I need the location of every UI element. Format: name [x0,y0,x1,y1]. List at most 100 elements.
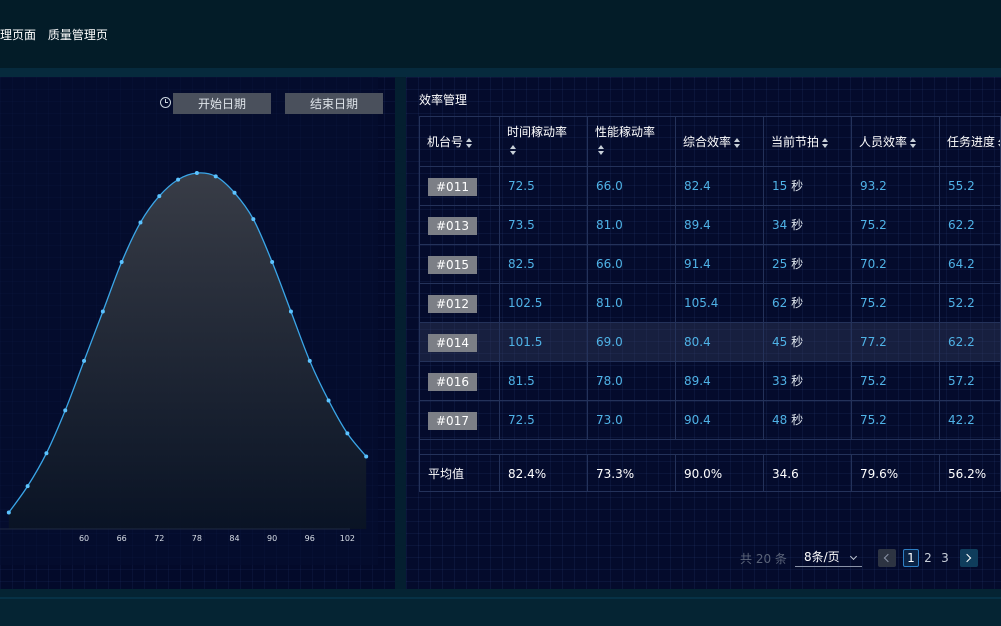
bottom-band [0,589,1001,626]
beat-unit: 秒 [791,179,804,193]
time-cell: 101.5 [500,323,588,362]
next-page-button[interactable] [960,549,978,567]
beat-unit: 秒 [791,413,804,427]
table-row[interactable]: #012 102.5 81.0 105.4 62 秒 75.2 52.2 [420,284,1000,323]
page-size-select[interactable]: 8条/页 [795,549,862,567]
table-body: #011 72.5 66.0 82.4 15 秒 93.2 55.2 #013 73.5 81.0… [420,167,1000,454]
col-machine[interactable]: 机台号 [420,117,500,167]
data-point[interactable] [326,398,331,403]
machine-cell: #015 [420,245,500,284]
staff-cell: 75.2 [852,284,940,323]
data-point[interactable] [176,177,181,182]
col-performance-utilization[interactable]: 性能稼动率 [588,117,676,167]
data-point[interactable] [345,431,350,436]
footer-beat: 34.6 [764,455,852,491]
machine-cell: #012 [420,284,500,323]
nav-item-management[interactable]: 理页面 [0,28,36,42]
beat-unit: 秒 [791,257,804,271]
beat-cell: 25 秒 [764,245,852,284]
table-row[interactable]: #017 72.5 73.0 90.4 48 秒 75.2 42.2 [420,401,1000,440]
area-fill [8,172,367,529]
beat-unit: 秒 [791,374,804,388]
sort-icon[interactable] [910,137,917,148]
overall-cell: 82.4 [676,167,764,206]
perf-cell: 69.0 [588,323,676,362]
sort-icon[interactable] [734,137,741,148]
progress-cell: 62.2 [940,323,1000,362]
table-row[interactable]: #013 73.5 81.0 89.4 34 秒 75.2 62.2 [420,206,1000,245]
col-task-progress[interactable]: 任务进度 [940,117,1000,167]
nav-item-quality[interactable]: 质量管理页 [48,28,108,42]
data-point[interactable] [119,260,124,265]
data-point[interactable] [6,510,11,515]
progress-cell: 57.2 [940,362,1000,401]
col-staff-efficiency[interactable]: 人员效率 [852,117,940,167]
machine-cell: #016 [420,362,500,401]
sort-icon[interactable] [822,137,829,148]
perf-cell: 81.0 [588,284,676,323]
perf-cell: 66.0 [588,167,676,206]
table-row[interactable]: #016 81.5 78.0 89.4 33 秒 75.2 57.2 [420,362,1000,401]
col-time-utilization[interactable]: 时间稼动率 [500,117,588,167]
data-point[interactable] [82,358,87,363]
perf-cell: 73.0 [588,401,676,440]
col-overall-efficiency[interactable]: 综合效率 [676,117,764,167]
data-point[interactable] [25,484,30,489]
data-point[interactable] [138,220,143,225]
time-cell: 82.5 [500,245,588,284]
data-point[interactable] [364,454,369,459]
col-progress-label: 任务进度 [947,135,996,149]
footer-perf: 73.3% [588,455,676,491]
page-2[interactable]: 2 [920,549,936,567]
progress-cell: 55.2 [940,167,1000,206]
beat-unit: 秒 [791,218,804,232]
machine-cell: #011 [420,167,500,206]
page-size-value: 8条/页 [804,550,840,564]
data-point[interactable] [157,194,162,199]
overall-cell: 80.4 [676,323,764,362]
page-1[interactable]: 1 [903,549,919,567]
data-point[interactable] [44,451,49,456]
data-point[interactable] [232,190,237,195]
overall-cell: 89.4 [676,362,764,401]
panel-gap [395,77,406,589]
x-tick-label: 96 [305,534,315,543]
sort-icon[interactable] [466,137,473,148]
data-point[interactable] [194,171,199,176]
table-row[interactable]: #015 82.5 66.0 91.4 25 秒 70.2 64.2 [420,245,1000,284]
data-point[interactable] [270,260,275,265]
perf-cell: 78.0 [588,362,676,401]
header-divider [0,68,1001,77]
time-cell: 72.5 [500,167,588,206]
x-axis-ticks: 60 66 72 78 84 90 96 102 [79,534,355,543]
chart-area-group [6,171,369,529]
overall-cell: 105.4 [676,284,764,323]
col-current-beat[interactable]: 当前节拍 [764,117,852,167]
staff-cell: 75.2 [852,206,940,245]
data-point[interactable] [307,358,312,363]
col-machine-label: 机台号 [427,135,464,149]
table-footer: 平均值 82.4% 73.3% 90.0% 34.6 79.6% 56.2% [420,454,1000,491]
beat-unit: 秒 [791,335,804,349]
machine-tag: #017 [428,412,477,430]
top-nav: 理页面 质量管理页 [0,26,116,43]
data-point[interactable] [288,309,293,314]
table-row[interactable]: #011 72.5 66.0 82.4 15 秒 93.2 55.2 [420,167,1000,206]
sort-icon[interactable] [510,144,517,155]
beat-cell: 34 秒 [764,206,852,245]
staff-cell: 75.2 [852,362,940,401]
data-point[interactable] [213,174,218,179]
data-point[interactable] [100,309,105,314]
perf-cell: 66.0 [588,245,676,284]
x-tick-label: 102 [340,534,355,543]
pager-total: 共 20 条 [740,552,787,566]
beat-value: 25 [772,257,788,271]
sort-icon[interactable] [598,144,605,155]
page-3[interactable]: 3 [937,549,953,567]
data-point[interactable] [251,217,256,222]
time-cell: 102.5 [500,284,588,323]
data-point[interactable] [63,408,68,413]
table-row[interactable]: #014 101.5 69.0 80.4 45 秒 77.2 62.2 [420,323,1000,362]
prev-page-button[interactable] [878,549,896,567]
beat-value: 33 [772,374,788,388]
